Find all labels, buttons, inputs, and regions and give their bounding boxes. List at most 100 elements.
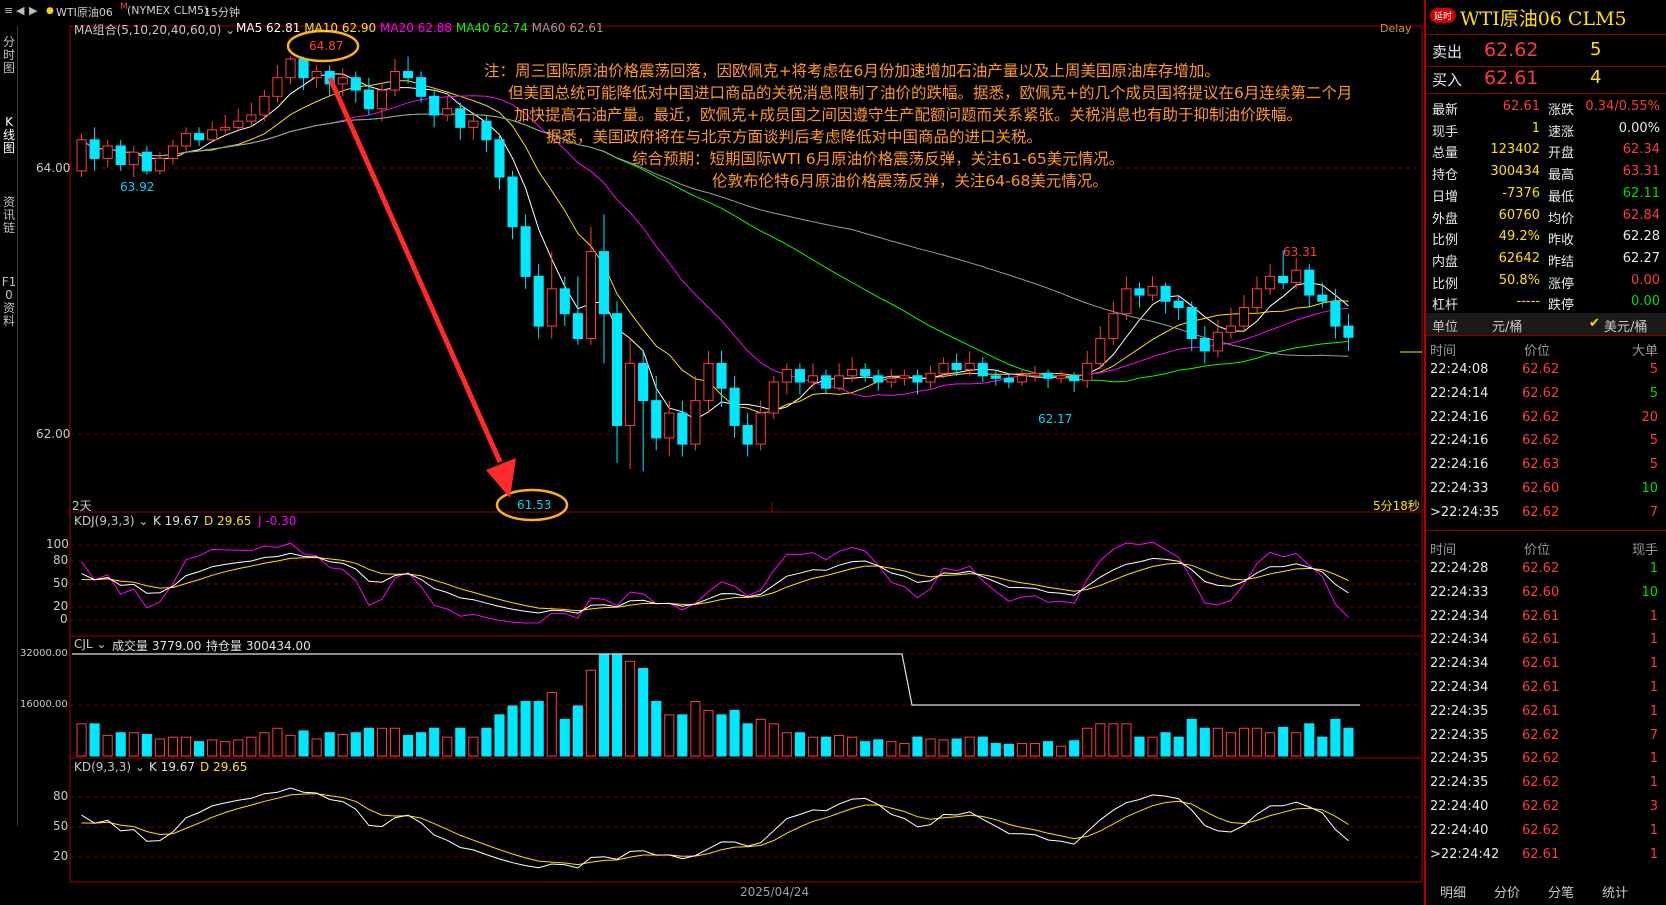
- trade-price: 62.62: [1522, 751, 1560, 767]
- tab-tick[interactable]: 分笔: [1548, 882, 1574, 901]
- trade-price: 62.61: [1522, 656, 1560, 672]
- candle: [311, 65, 322, 88]
- volume-bar: [272, 727, 283, 757]
- candle: [1251, 276, 1263, 314]
- ma-value-1: MA10 62.90: [304, 21, 381, 35]
- trade-price: 62.62: [1522, 433, 1560, 449]
- ma-value-4: MA60 62.61: [531, 21, 604, 35]
- candle: [807, 363, 819, 389]
- candle: [180, 127, 192, 153]
- trade-price: 62.61: [1522, 703, 1560, 719]
- stat-row: 日增 -7376 最低 62.11: [1426, 183, 1666, 205]
- volume-bar: [755, 718, 766, 757]
- candle: [873, 369, 884, 391]
- trade-qty: 10: [1641, 584, 1658, 600]
- volume-bar: [1238, 727, 1250, 757]
- unit-cny-option[interactable]: 元/桶: [1492, 316, 1522, 335]
- candle: [141, 146, 152, 175]
- volume-bar: [1042, 741, 1054, 757]
- volume-bar: [1147, 736, 1158, 757]
- candle: [651, 375, 662, 451]
- candle: [638, 350, 649, 472]
- col-qty: 大单: [1632, 344, 1659, 359]
- stat-label: 现手: [1432, 124, 1459, 140]
- candle: [102, 139, 113, 168]
- stat-label: 持仓: [1432, 168, 1459, 184]
- volume-bar: [1016, 742, 1028, 757]
- ask-row: 卖出 62.62 5: [1426, 38, 1666, 64]
- stat-label: 日增: [1432, 189, 1459, 205]
- candle: [768, 375, 779, 420]
- volume-bar: [285, 734, 296, 757]
- trade-price: 62.62: [1522, 362, 1560, 377]
- trade-time: 22:24:40: [1430, 799, 1489, 814]
- candle: [820, 369, 832, 395]
- stat-value: 0.00: [1631, 272, 1660, 288]
- trade-price: 62.61: [1522, 608, 1560, 624]
- stat-label: 开盘: [1548, 146, 1575, 162]
- kdj-header[interactable]: KDJ(9,3,3) ⌄: [74, 514, 148, 528]
- kd-header[interactable]: KD(9,3,3) ⌄: [74, 760, 145, 774]
- unit-row: 单位 元/桶 ✔ 美元/桶: [1426, 313, 1666, 335]
- trade-row: 22:24:28 62.62 1: [1426, 558, 1666, 580]
- trade-row: 22:24:34 62.61 1: [1426, 606, 1666, 628]
- volume-bar: [990, 742, 1001, 757]
- trade-time: 22:24:14: [1430, 385, 1489, 401]
- candle: [259, 90, 270, 122]
- tab-stats[interactable]: 统计: [1602, 882, 1628, 901]
- open-interest-line: [72, 653, 1360, 706]
- candle: [416, 71, 427, 103]
- candle: [350, 71, 361, 103]
- stat-row: 内盘 62642 昨结 62.27: [1426, 248, 1666, 270]
- stat-value: 49.2%: [1498, 229, 1540, 245]
- trade-row: 22:24:34 62.61 1: [1426, 677, 1666, 699]
- candle: [572, 276, 583, 345]
- volume-bar: [716, 714, 727, 757]
- volume-bar: [416, 732, 427, 757]
- tab-detail[interactable]: 明细: [1440, 882, 1466, 901]
- volume-bar: [115, 732, 126, 757]
- candle: [794, 363, 805, 395]
- trade-time: 22:24:34: [1430, 680, 1489, 695]
- volume-bar: [324, 732, 335, 757]
- tab-price-dist[interactable]: 分价: [1494, 882, 1520, 901]
- trade-price: 62.60: [1522, 584, 1560, 600]
- volume-bar: [1095, 723, 1106, 757]
- candle: [611, 301, 623, 463]
- unit-usd-option[interactable]: 美元/桶: [1604, 316, 1647, 335]
- volume-bar: [1121, 723, 1132, 757]
- candle: [990, 369, 1001, 386]
- stat-label: 昨收: [1548, 233, 1575, 249]
- note-line-3: 加快提高石油产量。最近，欧佩克+成员国之间因遵守生产配额问题而关系紧张。关税消息…: [514, 106, 1302, 124]
- volume-bar: [873, 739, 884, 757]
- candle: [207, 121, 218, 143]
- candle: [899, 369, 910, 386]
- kd-d-value: D 29.65: [200, 760, 248, 774]
- candle: [128, 146, 139, 178]
- trade-qty: 5: [1649, 385, 1658, 401]
- volume-bar: [389, 727, 401, 757]
- candle: [1186, 301, 1197, 351]
- volume-bar: [977, 736, 988, 757]
- candle: [520, 214, 531, 289]
- stat-row: 总量 123402 开盘 62.34: [1426, 139, 1666, 161]
- candle: [1304, 264, 1315, 308]
- ma-header[interactable]: MA组合(5,10,20,40,60,0) ⌄: [74, 21, 235, 38]
- cjl-header[interactable]: CJL ⌄: [74, 637, 106, 651]
- trade-price: 62.62: [1522, 561, 1560, 576]
- volume-bar: [1265, 732, 1276, 757]
- candle: [1056, 370, 1067, 384]
- volume-bar: [664, 714, 675, 757]
- trade-qty: 3: [1649, 799, 1658, 814]
- stat-label: 涨跌: [1548, 103, 1575, 118]
- trade-row: 22:24:33 62.60 10: [1426, 478, 1666, 500]
- candle: [1095, 326, 1106, 370]
- candle: [89, 127, 100, 171]
- candle: [703, 350, 714, 414]
- volume-bar: [520, 700, 531, 757]
- note-line-4: 据悉，美国政府将在与北京方面谈判后考虑降低对中国商品的进口关税。: [546, 128, 1043, 146]
- volume-bar: [703, 709, 714, 757]
- cjl-tick-32000: 32000.00: [20, 648, 68, 659]
- volume-bar: [781, 732, 792, 757]
- volume-bar: [964, 736, 975, 757]
